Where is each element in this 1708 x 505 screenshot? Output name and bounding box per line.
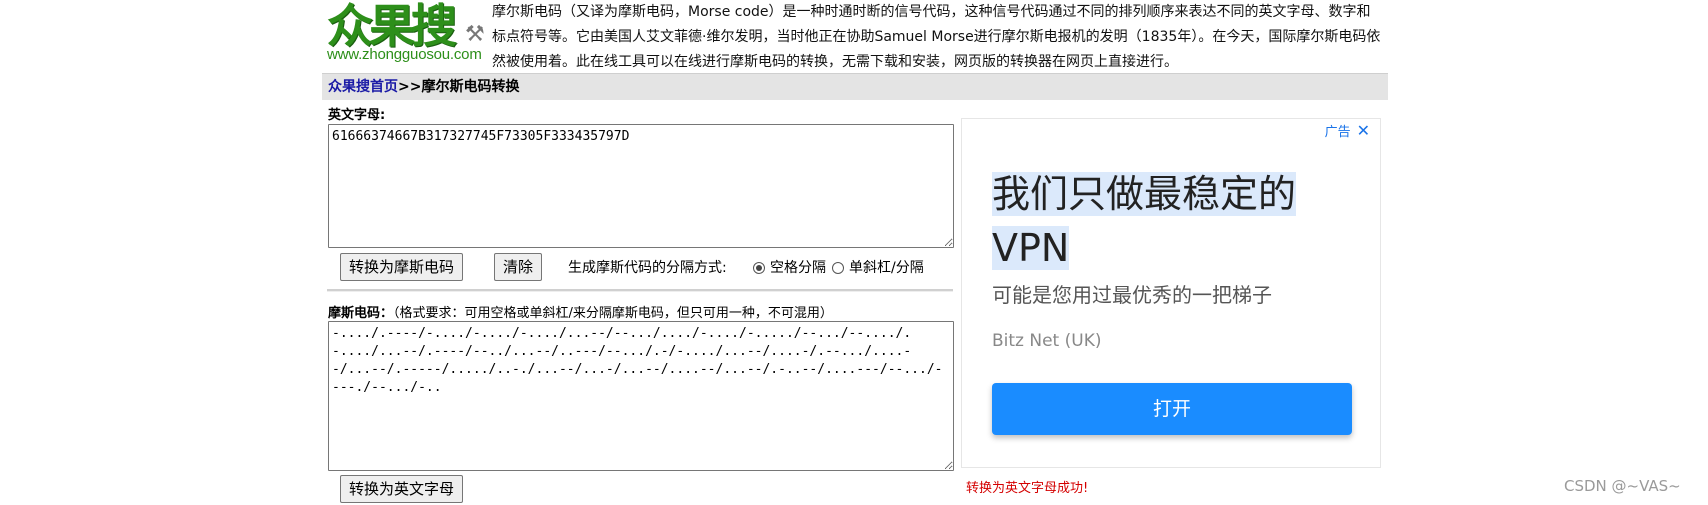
radio-space[interactable]: 空格分隔 bbox=[753, 258, 826, 278]
morse-format-hint: （格式要求：可用空格或单斜杠/来分隔摩斯电码，但只可用一种，不可混用） bbox=[393, 306, 833, 321]
to-morse-button[interactable]: 转换为摩斯电码 bbox=[340, 253, 464, 281]
radio-space-dot[interactable] bbox=[753, 262, 765, 274]
ad-source: Bitz Net (UK) bbox=[992, 331, 1102, 351]
english-label: 英文字母: bbox=[328, 108, 386, 123]
breadcrumb-separator: >> bbox=[398, 79, 422, 95]
ad-panel[interactable]: 广告 ✕ 我们只做最稳定的 VPN 可能是您用过最优秀的一把梯子 Bitz Net… bbox=[961, 118, 1381, 468]
radio-slash[interactable]: 单斜杠/分隔 bbox=[832, 258, 924, 278]
breadcrumb-home-link[interactable]: 众果搜首页 bbox=[328, 79, 398, 95]
english-input[interactable] bbox=[328, 124, 954, 248]
ad-tag-label: 广告 bbox=[1324, 125, 1351, 140]
separator-label: 生成摩斯代码的分隔方式: bbox=[568, 260, 727, 276]
close-icon[interactable]: ✕ bbox=[1357, 121, 1370, 140]
ad-headline-line1: 我们只做最稳定的 bbox=[992, 172, 1297, 216]
ad-tag[interactable]: 广告 ✕ bbox=[1325, 121, 1370, 140]
to-english-button[interactable]: 转换为英文字母 bbox=[340, 475, 464, 503]
radio-space-label: 空格分隔 bbox=[770, 260, 826, 276]
breadcrumb-current: 摩尔斯电码转换 bbox=[421, 79, 520, 95]
page-container: 众果搜 ⚒ www.zhongguosou.com 摩尔斯电码（又译为摩斯电码，… bbox=[322, 0, 1388, 505]
morse-label: 摩斯电码：（格式要求：可用空格或单斜杠/来分隔摩斯电码，但只可用一种，不可混用） bbox=[328, 306, 833, 321]
radio-slash-label: 单斜杠/分隔 bbox=[849, 260, 924, 276]
english-label-text: 英文字母 bbox=[328, 108, 381, 123]
ad-headline-line2: VPN bbox=[992, 226, 1070, 270]
radio-slash-dot[interactable] bbox=[832, 262, 844, 274]
status-message: 转换为英文字母成功! bbox=[966, 481, 1089, 496]
csdn-watermark: CSDN @~VAS~ bbox=[1564, 477, 1681, 495]
site-logo[interactable]: 众果搜 ⚒ www.zhongguosou.com bbox=[325, 0, 485, 70]
breadcrumb: 众果搜首页>>摩尔斯电码转换 bbox=[322, 73, 1388, 100]
separator-options: 空格分隔 单斜杠/分隔 bbox=[753, 258, 930, 278]
morse-input[interactable] bbox=[328, 321, 954, 471]
divider bbox=[327, 289, 953, 292]
ad-open-button[interactable]: 打开 bbox=[992, 383, 1352, 435]
ad-subtitle: 可能是您用过最优秀的一把梯子 bbox=[992, 283, 1272, 307]
ad-headline[interactable]: 我们只做最稳定的 VPN bbox=[992, 167, 1362, 275]
intro-text: 摩尔斯电码（又译为摩斯电码，Morse code）是一种时通时断的信号代码，这种… bbox=[492, 4, 1381, 70]
logo-url: www.zhongguosou.com bbox=[327, 46, 482, 63]
clear-button[interactable]: 清除 bbox=[494, 253, 543, 281]
morse-label-text: 摩斯电码 bbox=[328, 306, 381, 321]
tools-icon: ⚒ bbox=[465, 22, 485, 47]
